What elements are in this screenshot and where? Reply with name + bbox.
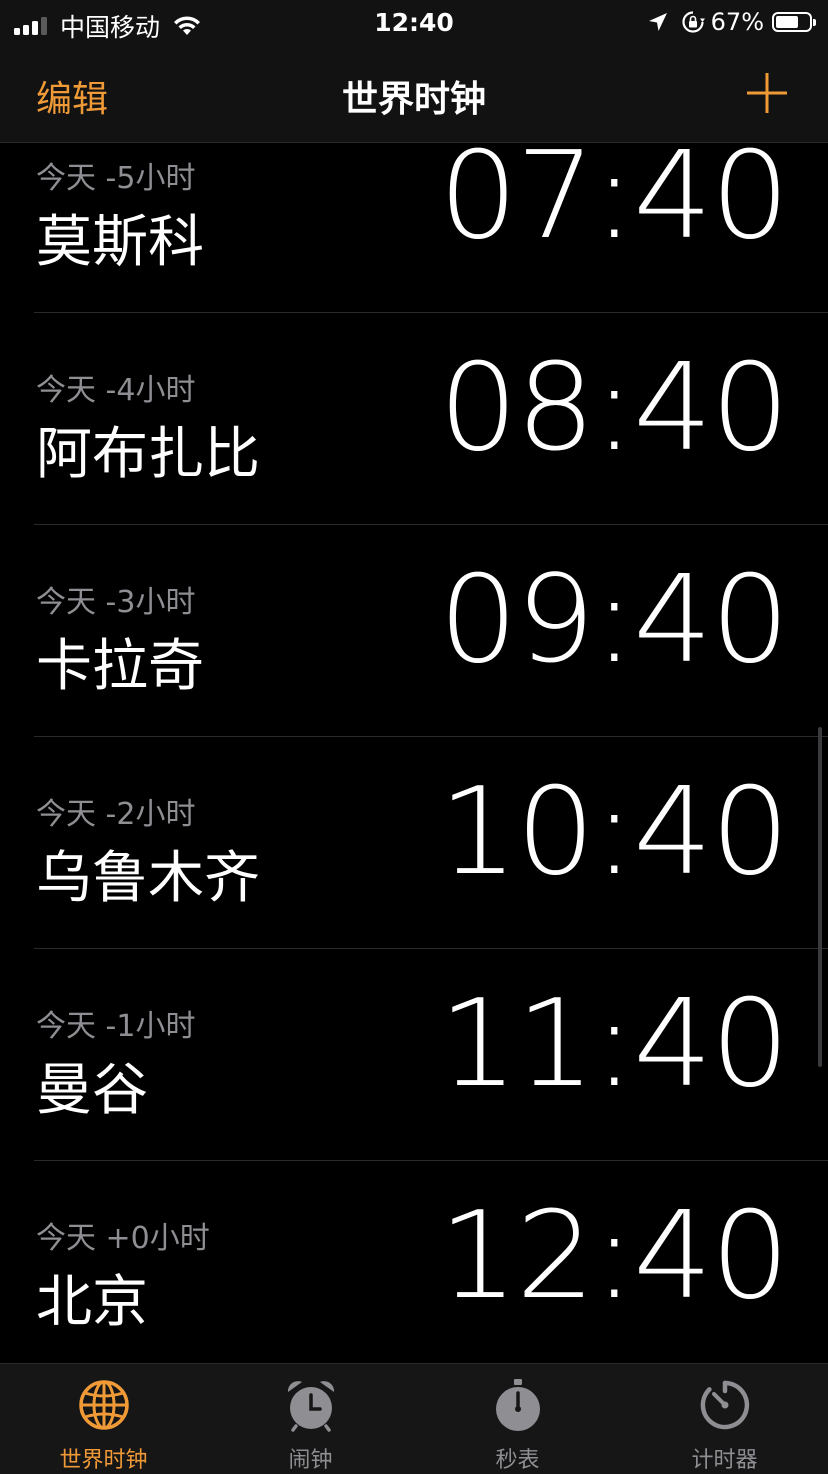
tab-label: 世界时钟 [59,1448,148,1473]
battery-percent: 67% [710,8,764,36]
battery-icon [772,12,816,32]
tab-bar: 世界时钟 闹钟 秒表 计时器 [0,1363,828,1474]
clock-row-beijing[interactable]: 今天 +0小时 北京 12:40 [0,1161,828,1363]
clock-row-abu-dhabi[interactable]: 今天 -4小时 阿布扎比 08:40 [0,313,828,525]
stopwatch-icon [496,1379,540,1431]
page-title: 世界时钟 [341,79,486,120]
clock-row-moscow[interactable]: 今天 -5小时 莫斯科 07:40 [0,143,828,313]
clock-offset: 今天 -3小时 [36,585,196,620]
clock-offset: 今天 -4小时 [36,373,196,408]
tab-stopwatch[interactable]: 秒表 [414,1364,621,1474]
scroll-indicator[interactable] [818,727,822,1067]
clock-offset: 今天 -5小时 [36,161,196,196]
tab-label: 计时器 [691,1448,758,1473]
alarm-clock-icon [287,1381,335,1432]
clock-offset: 今天 -2小时 [36,797,196,832]
clock-city: 卡拉奇 [36,634,204,699]
clock-city: 阿布扎比 [36,422,260,487]
clock-time: 11:40 [438,975,790,1114]
status-right: 67% [647,8,816,36]
clock-city: 北京 [36,1270,148,1335]
clock-time: 10:40 [438,763,790,902]
clock-time: 09:40 [438,551,790,690]
timer-icon [700,1380,750,1430]
clock-time: 12:40 [438,1187,790,1326]
clock-row-karachi[interactable]: 今天 -3小时 卡拉奇 09:40 [0,525,828,737]
clock-row-bangkok[interactable]: 今天 -1小时 曼谷 11:40 [0,949,828,1161]
navigation-bar: 编辑 世界时钟 [0,46,828,143]
clock-time: 08:40 [438,339,790,478]
tab-label: 秒表 [495,1448,540,1473]
globe-icon [79,1380,129,1430]
clock-offset: 今天 -1小时 [36,1009,196,1044]
tab-label: 闹钟 [288,1448,333,1473]
clock-row-urumqi[interactable]: 今天 -2小时 乌鲁木齐 10:40 [0,737,828,949]
tab-world-clock[interactable]: 世界时钟 [0,1364,207,1474]
tab-timer[interactable]: 计时器 [621,1364,828,1474]
clock-city: 曼谷 [36,1058,148,1123]
plus-icon[interactable] [746,72,788,114]
clock-city: 乌鲁木齐 [36,846,260,911]
clock-offset: 今天 +0小时 [36,1221,210,1256]
status-bar: 中国移动 12:40 67% [0,0,828,46]
world-clock-list[interactable]: 今天 -5小时 莫斯科 07:40 今天 -4小时 阿布扎比 08:40 今天 … [0,143,828,1363]
clock-city: 莫斯科 [36,210,204,275]
tab-alarm[interactable]: 闹钟 [207,1364,414,1474]
clock-time: 07:40 [438,143,790,266]
orientation-lock-icon [682,11,705,33]
location-icon [648,13,667,31]
